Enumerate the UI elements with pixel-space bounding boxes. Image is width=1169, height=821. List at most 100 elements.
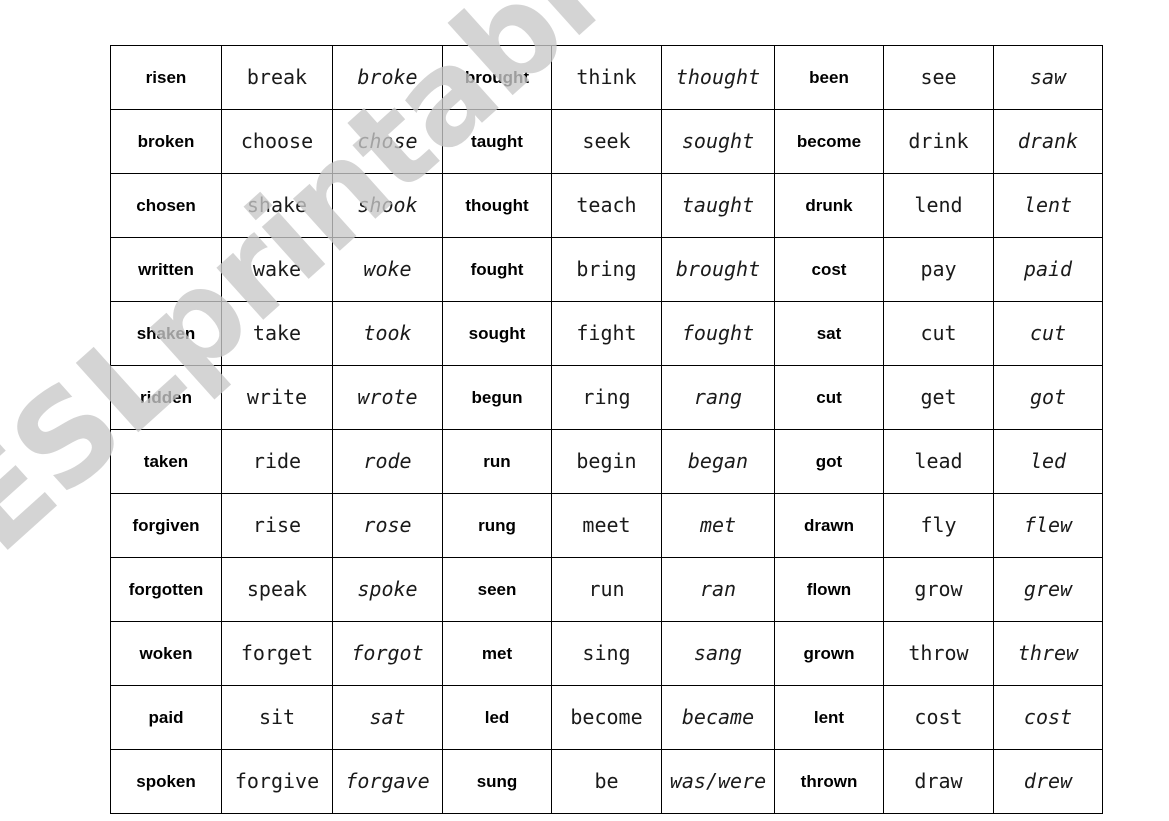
table-cell: brought [442, 45, 552, 110]
table-cell: was/were [661, 749, 775, 814]
table-cell: wrote [332, 365, 443, 430]
table-cell: spoken [110, 749, 222, 814]
table-cell: taken [110, 429, 222, 494]
table-row: spoken forgive forgave sung be was/were thrown… [110, 749, 1103, 814]
table-cell: got [774, 429, 884, 494]
table-cell: paid [993, 237, 1103, 302]
table-row: chosen shake shook thought teach taught drunk l… [110, 173, 1103, 238]
table-cell: shake [221, 173, 333, 238]
table-cell: ring [551, 365, 662, 430]
table-cell: pay [883, 237, 994, 302]
table-cell: wake [221, 237, 333, 302]
table-cell: risen [110, 45, 222, 110]
table-cell: thought [442, 173, 552, 238]
table-cell: broke [332, 45, 443, 110]
table-cell: shaken [110, 301, 222, 366]
table-cell: rang [661, 365, 775, 430]
table-cell: grew [993, 557, 1103, 622]
table-cell: cut [883, 301, 994, 366]
table-cell: took [332, 301, 443, 366]
table-cell: taught [661, 173, 775, 238]
table-cell: saw [993, 45, 1103, 110]
table-cell: flown [774, 557, 884, 622]
table-row: forgotten speak spoke seen run ran flown grow gr… [110, 557, 1103, 622]
table-cell: lend [883, 173, 994, 238]
table-cell: rose [332, 493, 443, 558]
table-cell: been [774, 45, 884, 110]
table-cell: fought [442, 237, 552, 302]
table-cell: taught [442, 109, 552, 174]
table-cell: sit [221, 685, 333, 750]
table-cell: got [993, 365, 1103, 430]
table-cell: lead [883, 429, 994, 494]
table-cell: sang [661, 621, 775, 686]
table-cell: forgot [332, 621, 443, 686]
table-cell: flew [993, 493, 1103, 558]
table-cell: break [221, 45, 333, 110]
table-cell: sought [442, 301, 552, 366]
table-cell: met [442, 621, 552, 686]
table-cell: draw [883, 749, 994, 814]
table-cell: begun [442, 365, 552, 430]
table-cell: drunk [774, 173, 884, 238]
table-cell: paid [110, 685, 222, 750]
table-cell: sung [442, 749, 552, 814]
table-cell: threw [993, 621, 1103, 686]
table-cell: run [442, 429, 552, 494]
table-cell: led [442, 685, 552, 750]
table-cell: seek [551, 109, 662, 174]
table-cell: teach [551, 173, 662, 238]
table-cell: throw [883, 621, 994, 686]
table-cell: get [883, 365, 994, 430]
table-cell: see [883, 45, 994, 110]
table-cell: sing [551, 621, 662, 686]
table-cell: led [993, 429, 1103, 494]
table-cell: choose [221, 109, 333, 174]
table-cell: fight [551, 301, 662, 366]
table-cell: drink [883, 109, 994, 174]
table-cell: forgive [221, 749, 333, 814]
table-cell: seen [442, 557, 552, 622]
table-row: shaken take took sought fight fought sat cut cut [110, 301, 1103, 366]
table-cell: sat [332, 685, 443, 750]
table-cell: ride [221, 429, 333, 494]
table-cell: think [551, 45, 662, 110]
table-cell: forgotten [110, 557, 222, 622]
table-cell: become [774, 109, 884, 174]
table-cell: drew [993, 749, 1103, 814]
table-cell: rung [442, 493, 552, 558]
table-cell: become [551, 685, 662, 750]
table-cell: lent [993, 173, 1103, 238]
table-cell: speak [221, 557, 333, 622]
table-cell: cut [993, 301, 1103, 366]
table-cell: ran [661, 557, 775, 622]
table-cell: written [110, 237, 222, 302]
table-cell: chosen [110, 173, 222, 238]
table-cell: grow [883, 557, 994, 622]
table-cell: cost [993, 685, 1103, 750]
table-row: risen break broke brought think thought been se… [110, 45, 1103, 110]
table-cell: grown [774, 621, 884, 686]
table-row: paid sit sat led become became lent cost cost [110, 685, 1103, 750]
table-row: broken choose chose taught seek sought become d… [110, 109, 1103, 174]
table-cell: drank [993, 109, 1103, 174]
table-row: forgiven rise rose rung meet met drawn fly flew [110, 493, 1103, 558]
table-cell: fought [661, 301, 775, 366]
table-cell: fly [883, 493, 994, 558]
table-cell: broken [110, 109, 222, 174]
table-cell: forget [221, 621, 333, 686]
table-cell: cut [774, 365, 884, 430]
table-cell: sat [774, 301, 884, 366]
table-cell: ridden [110, 365, 222, 430]
irregular-verbs-table: risen break broke brought think thought been se… [110, 45, 1103, 814]
table-cell: woken [110, 621, 222, 686]
table-cell: cost [774, 237, 884, 302]
table-cell: met [661, 493, 775, 558]
table-cell: write [221, 365, 333, 430]
table-row: woken forget forgot met sing sang grown throw th… [110, 621, 1103, 686]
table-cell: woke [332, 237, 443, 302]
table-cell: spoke [332, 557, 443, 622]
table-cell: begin [551, 429, 662, 494]
table-cell: forgiven [110, 493, 222, 558]
table-cell: rise [221, 493, 333, 558]
